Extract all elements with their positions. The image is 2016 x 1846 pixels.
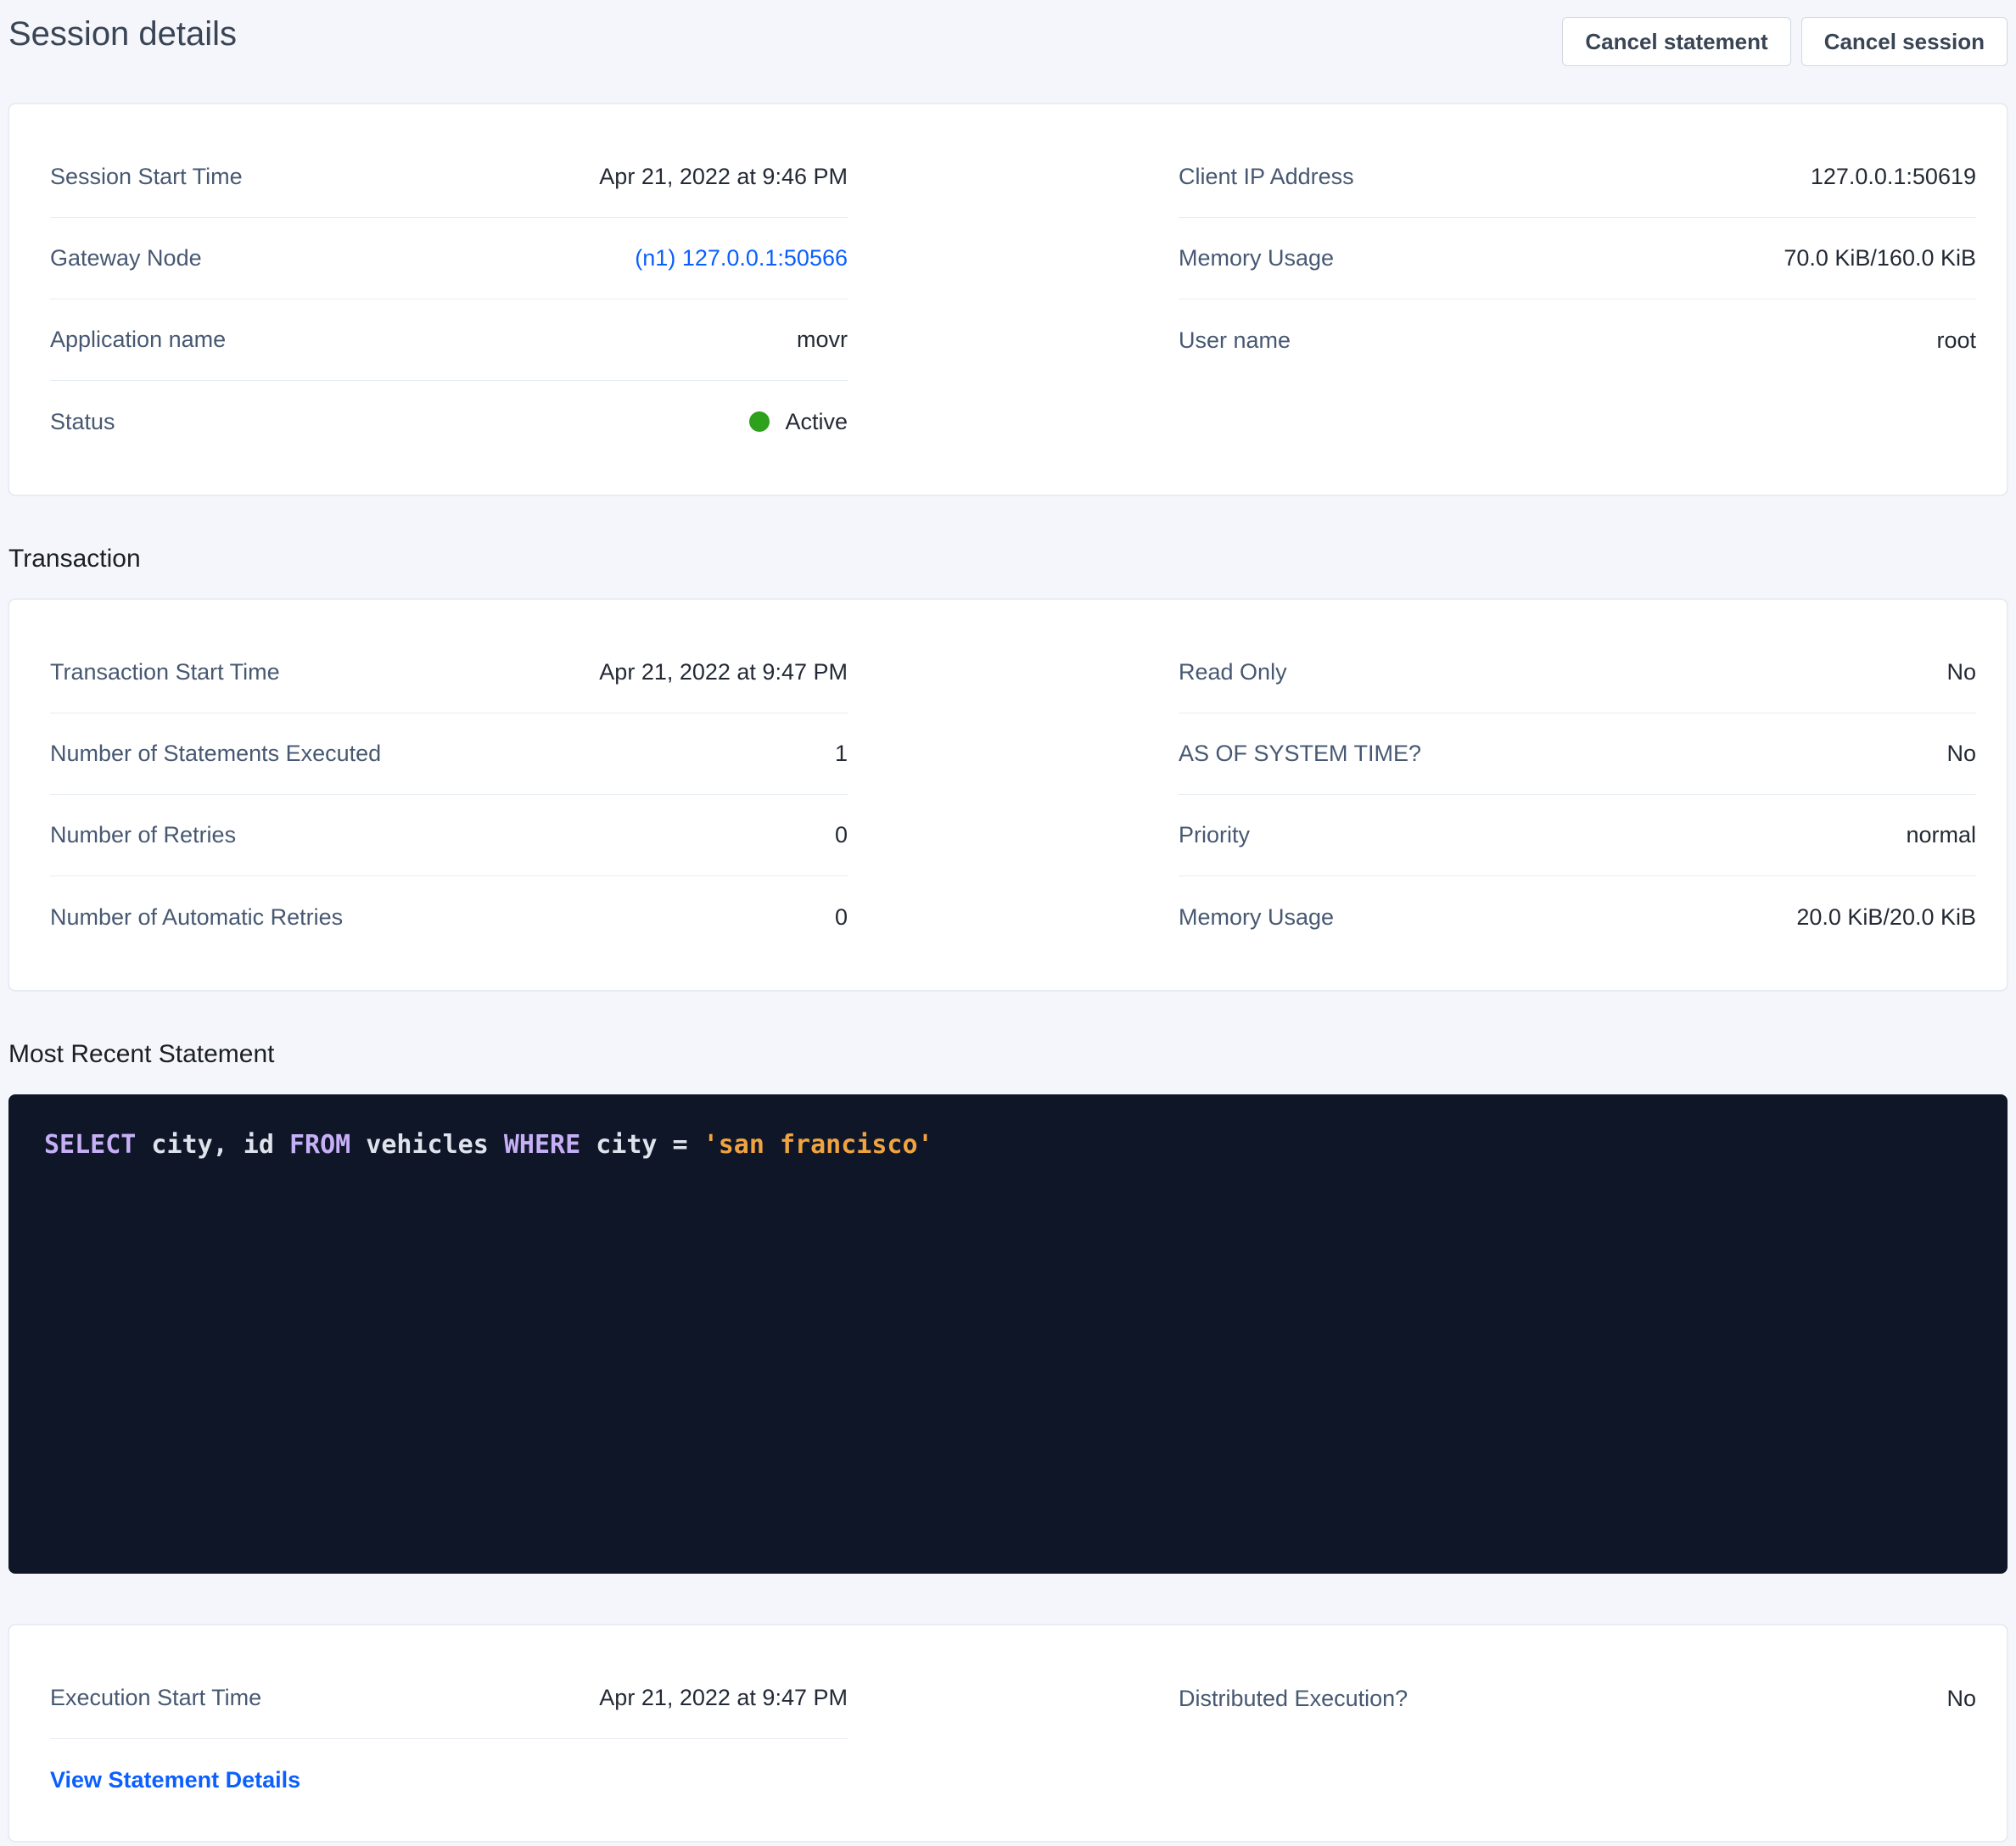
session-memory-usage-row: Memory Usage 70.0 KiB/160.0 KiB [1179, 218, 1976, 299]
status-value: Active [749, 409, 848, 435]
distributed-execution-row: Distributed Execution? No [1179, 1658, 1976, 1739]
retries-value: 0 [835, 822, 848, 848]
cancel-statement-button[interactable]: Cancel statement [1562, 17, 1790, 66]
sql-predicate: city = [580, 1130, 703, 1160]
retries-row: Number of Retries 0 [50, 795, 848, 876]
sql-keyword-from: FROM [289, 1130, 350, 1160]
statements-executed-row: Number of Statements Executed 1 [50, 713, 848, 795]
execution-start-time-row: Execution Start Time Apr 21, 2022 at 9:4… [50, 1658, 848, 1739]
transaction-memory-usage-row: Memory Usage 20.0 KiB/20.0 KiB [1179, 876, 1976, 958]
distributed-execution-label: Distributed Execution? [1179, 1686, 1408, 1712]
sql-keyword-select: SELECT [44, 1130, 136, 1160]
read-only-label: Read Only [1179, 659, 1287, 685]
most-recent-statement-section-title: Most Recent Statement [8, 1038, 2008, 1071]
read-only-value: No [1946, 659, 1976, 685]
priority-label: Priority [1179, 822, 1250, 848]
gateway-node-link[interactable]: (n1) 127.0.0.1:50566 [635, 245, 848, 271]
priority-value: normal [1906, 822, 1976, 848]
header-actions: Cancel statement Cancel session [1562, 17, 2008, 66]
as-of-system-time-row: AS OF SYSTEM TIME? No [1179, 713, 1976, 795]
as-of-system-time-label: AS OF SYSTEM TIME? [1179, 741, 1421, 767]
execution-start-time-label: Execution Start Time [50, 1685, 261, 1711]
page-title: Session details [8, 12, 237, 56]
session-memory-usage-value: 70.0 KiB/160.0 KiB [1784, 245, 1976, 271]
transaction-memory-usage-value: 20.0 KiB/20.0 KiB [1796, 904, 1976, 931]
session-summary-right-column: Client IP Address 127.0.0.1:50619 Memory… [1179, 137, 1976, 462]
client-ip-label: Client IP Address [1179, 164, 1354, 190]
transaction-section-title: Transaction [8, 543, 2008, 575]
transaction-memory-usage-label: Memory Usage [1179, 904, 1334, 931]
user-name-label: User name [1179, 327, 1291, 354]
transaction-panel: Transaction Start Time Apr 21, 2022 at 9… [8, 599, 2008, 991]
statements-executed-value: 1 [835, 741, 848, 767]
execution-left-column: Execution Start Time Apr 21, 2022 at 9:4… [50, 1658, 848, 1821]
gateway-node-label: Gateway Node [50, 245, 202, 271]
statement-execution-panel: Execution Start Time Apr 21, 2022 at 9:4… [8, 1625, 2008, 1842]
distributed-execution-value: No [1946, 1686, 1976, 1712]
status-active-dot-icon [749, 411, 770, 432]
status-label: Status [50, 409, 115, 435]
retries-label: Number of Retries [50, 822, 236, 848]
cancel-session-button[interactable]: Cancel session [1801, 17, 2008, 66]
execution-right-column: Distributed Execution? No [1179, 1658, 1976, 1821]
client-ip-value: 127.0.0.1:50619 [1811, 164, 1976, 190]
session-start-time-value: Apr 21, 2022 at 9:46 PM [599, 164, 848, 190]
automatic-retries-row: Number of Automatic Retries 0 [50, 876, 848, 958]
automatic-retries-label: Number of Automatic Retries [50, 904, 343, 931]
status-row: Status Active [50, 381, 848, 462]
execution-start-time-value: Apr 21, 2022 at 9:47 PM [599, 1685, 848, 1711]
sql-from-target: vehicles [350, 1130, 504, 1160]
application-name-row: Application name movr [50, 299, 848, 381]
priority-row: Priority normal [1179, 795, 1976, 876]
session-details-page: Session details Cancel statement Cancel … [0, 0, 2016, 1842]
transaction-start-time-row: Transaction Start Time Apr 21, 2022 at 9… [50, 632, 848, 713]
page-header: Session details Cancel statement Cancel … [8, 0, 2008, 66]
application-name-label: Application name [50, 327, 226, 353]
session-summary-left-column: Session Start Time Apr 21, 2022 at 9:46 … [50, 137, 848, 462]
user-name-value: root [1936, 327, 1976, 354]
transaction-start-time-label: Transaction Start Time [50, 659, 280, 685]
automatic-retries-value: 0 [835, 904, 848, 931]
status-text: Active [785, 409, 848, 435]
transaction-right-column: Read Only No AS OF SYSTEM TIME? No Prior… [1179, 632, 1976, 958]
session-summary-panel: Session Start Time Apr 21, 2022 at 9:46 … [8, 103, 2008, 495]
as-of-system-time-value: No [1946, 741, 1976, 767]
session-start-time-label: Session Start Time [50, 164, 243, 190]
gateway-node-row: Gateway Node (n1) 127.0.0.1:50566 [50, 218, 848, 299]
sql-select-list: city, id [136, 1130, 289, 1160]
client-ip-row: Client IP Address 127.0.0.1:50619 [1179, 137, 1976, 218]
sql-keyword-where: WHERE [504, 1130, 580, 1160]
session-start-time-row: Session Start Time Apr 21, 2022 at 9:46 … [50, 137, 848, 218]
sql-statement-box: SELECT city, id FROM vehicles WHERE city… [8, 1094, 2008, 1574]
application-name-value: movr [797, 327, 848, 353]
session-memory-usage-label: Memory Usage [1179, 245, 1334, 271]
sql-string-literal: 'san francisco' [703, 1130, 933, 1160]
statements-executed-label: Number of Statements Executed [50, 741, 381, 767]
transaction-left-column: Transaction Start Time Apr 21, 2022 at 9… [50, 632, 848, 958]
transaction-start-time-value: Apr 21, 2022 at 9:47 PM [599, 659, 848, 685]
user-name-row: User name root [1179, 299, 1976, 381]
view-statement-details-link[interactable]: View Statement Details [50, 1767, 300, 1793]
view-statement-details-row: View Statement Details [50, 1739, 848, 1821]
read-only-row: Read Only No [1179, 632, 1976, 713]
sql-statement-text: SELECT city, id FROM vehicles WHERE city… [44, 1128, 1972, 1162]
